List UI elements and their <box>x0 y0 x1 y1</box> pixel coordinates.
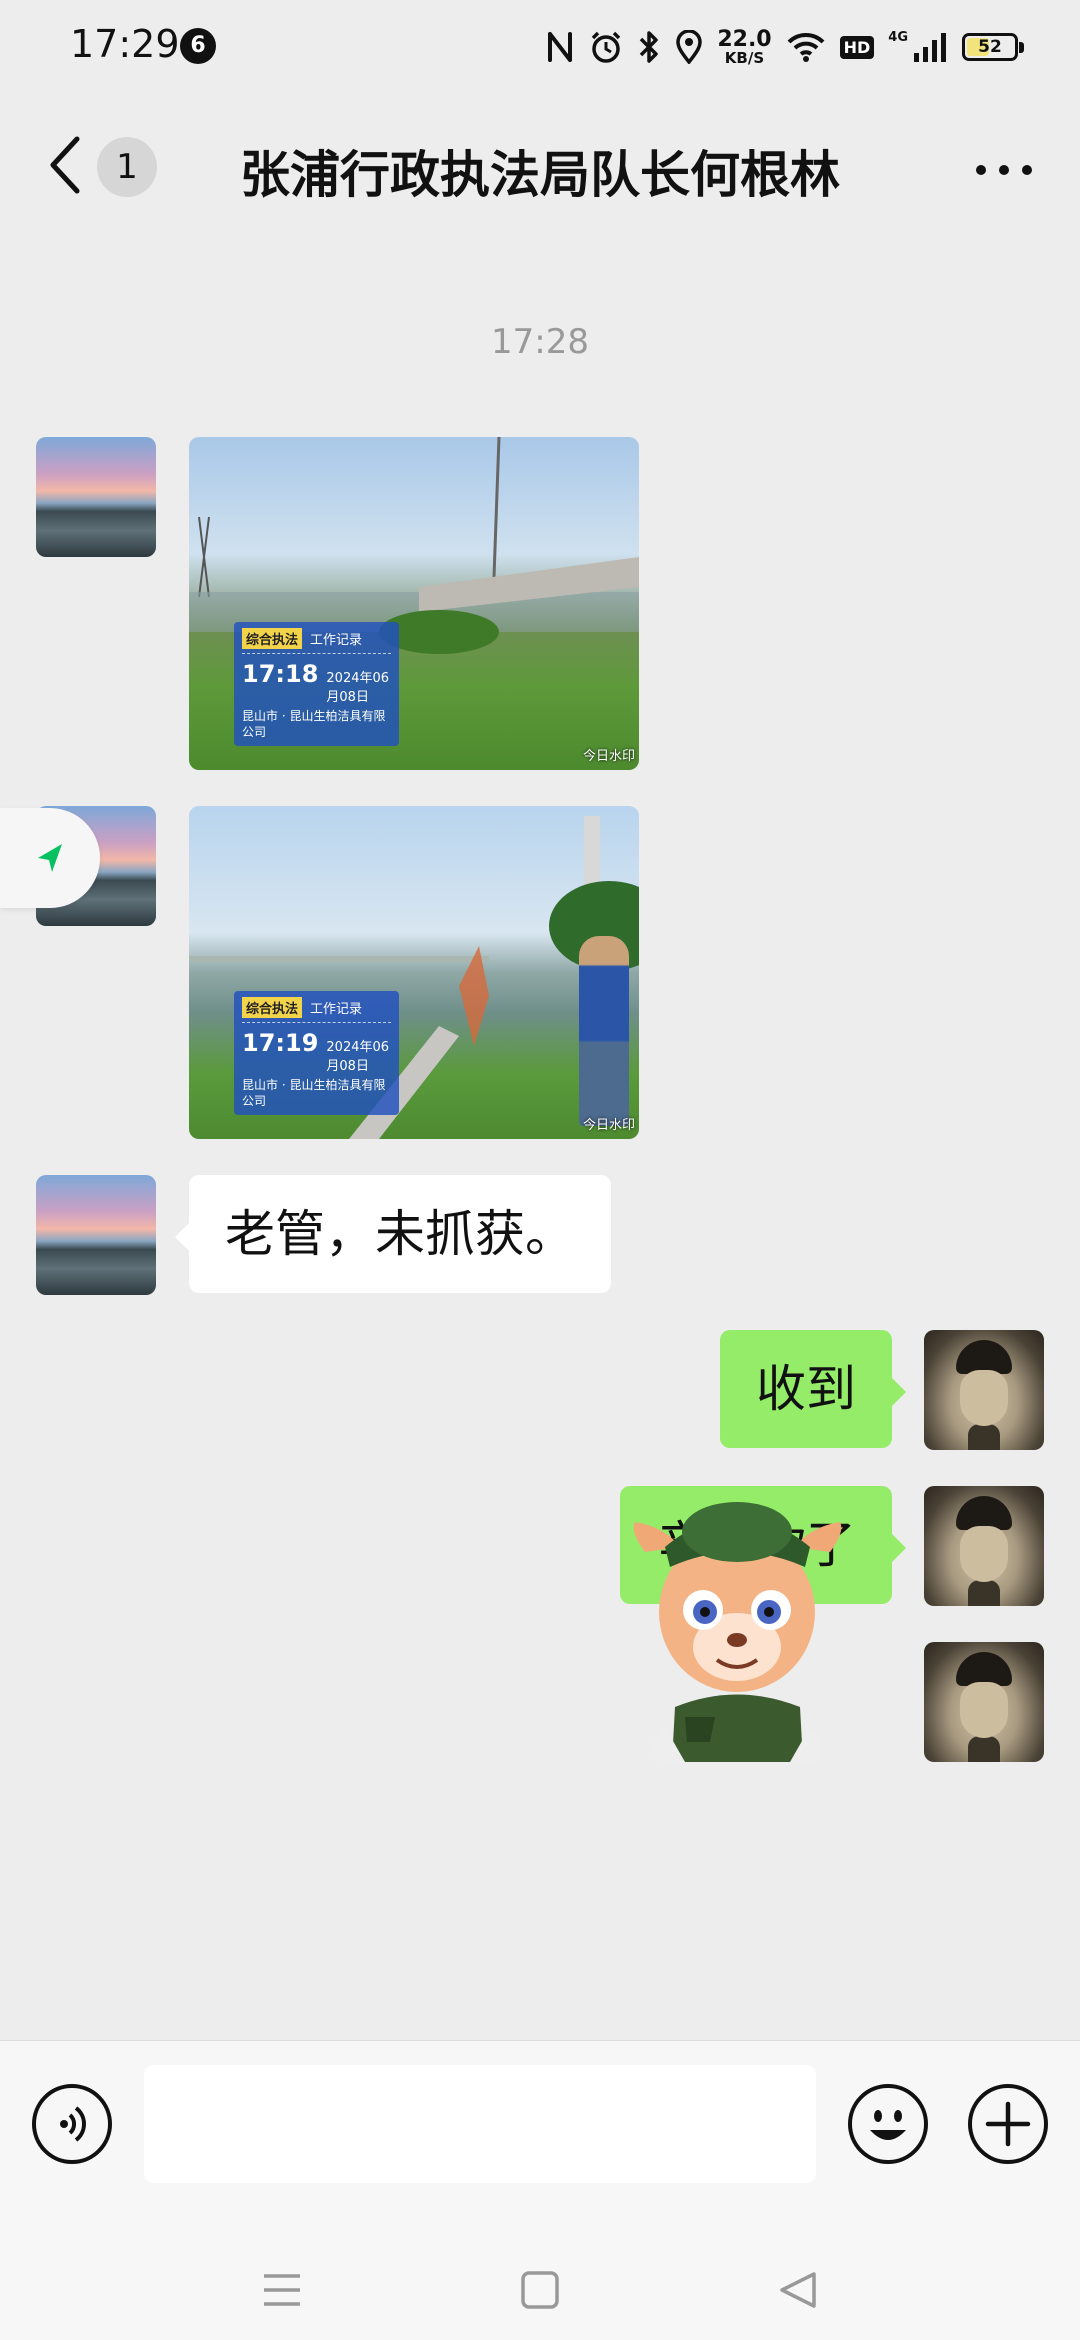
image-message[interactable]: 综合执法 工作记录 17:18 2024年06月08日 昆山市 · 昆山生柏洁具有限… <box>189 437 639 770</box>
back-icon <box>780 2272 816 2308</box>
my-avatar[interactable] <box>924 1486 1044 1606</box>
watermark-brand: 今日水印 <box>582 1118 635 1133</box>
alarm-icon <box>592 31 621 63</box>
wifi-icon <box>787 32 825 62</box>
input-bar <box>0 2040 1080 2240</box>
signal-icon <box>914 33 946 62</box>
home-icon <box>521 2271 559 2309</box>
message-input[interactable] <box>144 2065 816 2183</box>
deer-mascot-sticker[interactable] <box>625 1492 850 1762</box>
battery-icon: 52 <box>962 33 1024 61</box>
chat-header: 1 张浦行政执法局队长何根林 <box>0 95 1080 240</box>
watermark-address: 昆山市 · 昆山生柏洁具有限公司 <box>242 1078 386 1108</box>
plus-icon <box>985 2101 1031 2147</box>
bluetooth-icon <box>640 31 659 63</box>
message-timestamp: 17:28 <box>491 322 589 362</box>
photo-watermark: 综合执法 工作记录 17:19 2024年06月08日 昆山市 · 昆山生柏洁具有限… <box>234 991 399 1116</box>
network-speed: 22.0 KB/S <box>717 26 772 67</box>
emoji-icon <box>870 2110 906 2140</box>
my-avatar[interactable] <box>924 1642 1044 1762</box>
watermark-tag: 综合执法 <box>242 997 303 1018</box>
status-bar: 17:29 6 22.0 KB/S HD 4G 52 <box>0 0 1080 95</box>
chat-title: 张浦行政执法局队长何根林 <box>240 146 840 204</box>
network-type: 4G <box>888 29 908 45</box>
status-icons: 22.0 KB/S HD 4G 52 <box>545 22 1024 72</box>
voice-icon <box>60 2106 86 2142</box>
battery-level: 52 <box>978 37 1002 57</box>
location-icon <box>676 30 703 64</box>
navigation-arrow-icon <box>38 844 62 872</box>
more-options-button[interactable] <box>964 150 1044 190</box>
nav-back-button[interactable] <box>768 2260 828 2320</box>
watermark-tag: 综合执法 <box>242 628 303 649</box>
nfc-icon <box>548 32 573 62</box>
photo-watermark: 综合执法 工作记录 17:18 2024年06月08日 昆山市 · 昆山生柏洁具有限… <box>234 622 399 747</box>
text-message[interactable]: 老管，未抓获。 <box>175 1175 611 1293</box>
emoji-button[interactable] <box>848 2084 928 2164</box>
my-avatar[interactable] <box>924 1330 1044 1450</box>
menu-icon <box>264 2274 300 2306</box>
watermark-label: 工作记录 <box>310 633 363 648</box>
contact-avatar[interactable] <box>36 437 156 557</box>
network-speed-unit: KB/S <box>724 48 765 67</box>
nav-home-button[interactable] <box>510 2260 570 2320</box>
voice-button[interactable] <box>32 2084 112 2164</box>
message-list[interactable]: 17:28 综合执法 工作记录 17:18 2024年06月08日 昆山市 · 昆山… <box>0 240 1080 2040</box>
watermark-label: 工作记录 <box>310 1002 363 1017</box>
status-time: 17:29 <box>70 22 180 66</box>
notification-count-badge: 6 <box>180 28 216 64</box>
watermark-date: 2024年06月08日 <box>326 671 390 705</box>
watermark-brand: 今日水印 <box>582 749 635 764</box>
dot <box>976 165 986 175</box>
watermark-time: 17:19 <box>242 1029 319 1057</box>
text-message[interactable]: 收到 <box>720 1330 906 1448</box>
nav-menu-button[interactable] <box>252 2260 312 2320</box>
image-message[interactable]: 综合执法 工作记录 17:19 2024年06月08日 昆山市 · 昆山生柏洁具有限… <box>189 806 639 1139</box>
location-share-button[interactable] <box>0 808 100 908</box>
network-speed-value: 22.0 <box>717 26 772 52</box>
watermark-address: 昆山市 · 昆山生柏洁具有限公司 <box>242 709 386 739</box>
person-figure <box>579 936 629 1126</box>
contact-avatar[interactable] <box>36 1175 156 1295</box>
dot <box>999 165 1009 175</box>
watermark-date: 2024年06月08日 <box>326 1040 390 1074</box>
dot <box>1022 165 1032 175</box>
system-nav-bar <box>0 2240 1080 2340</box>
watermark-time: 17:18 <box>242 660 319 688</box>
more-functions-button[interactable] <box>968 2084 1048 2164</box>
hd-badge: HD <box>839 35 875 59</box>
